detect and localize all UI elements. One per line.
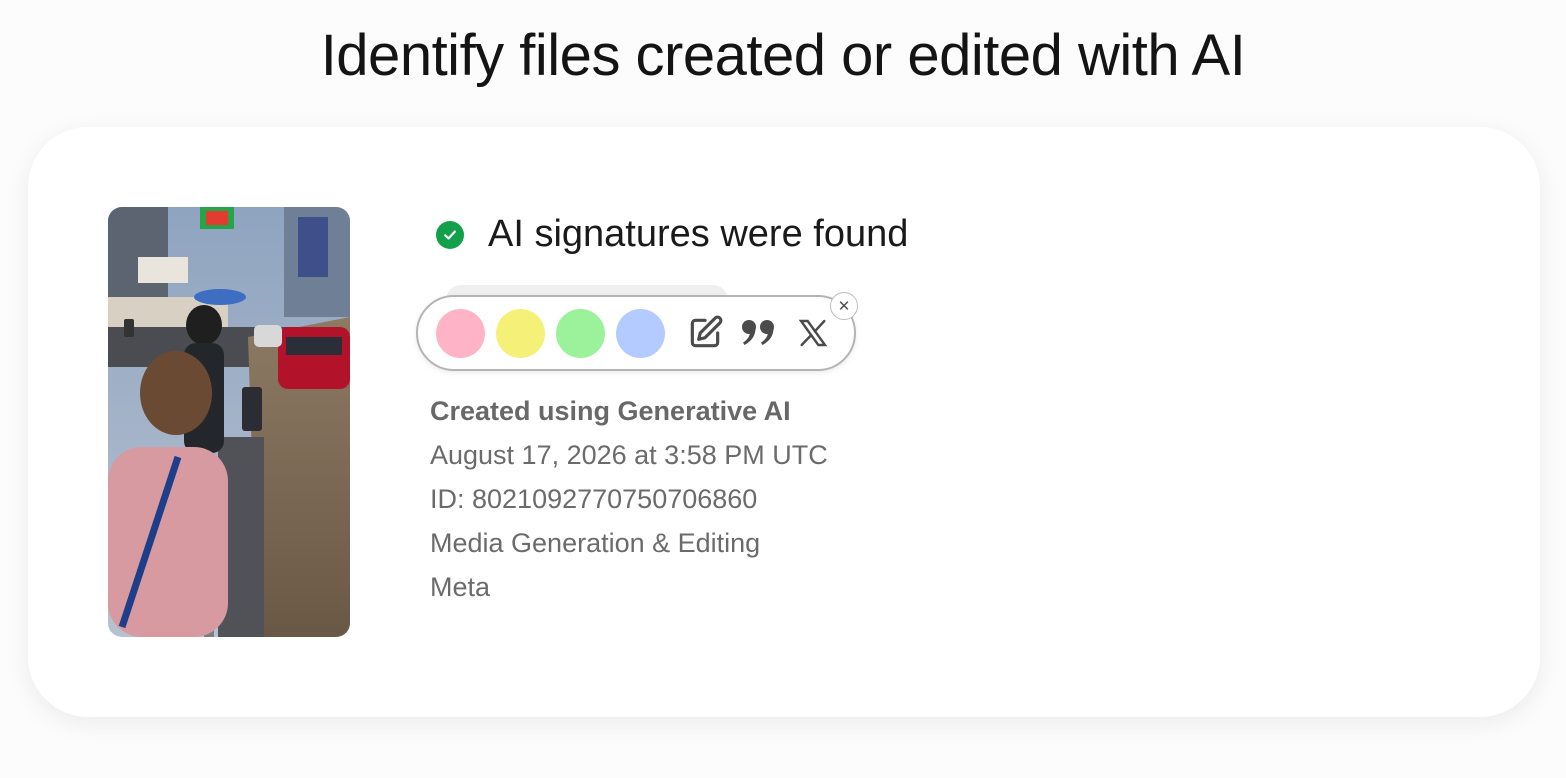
generation-tool: Media Generation & Editing (430, 528, 761, 558)
page-title: Identify files created or edited with AI (320, 23, 1246, 88)
green-swatch-button[interactable] (556, 308, 605, 358)
signature-id: ID: 8021092770750706860 (430, 484, 758, 514)
status-row: AI signatures were found (436, 213, 908, 256)
blue-swatch-button[interactable] (616, 308, 665, 358)
media-thumbnail (108, 207, 350, 637)
x-logo-icon[interactable] (788, 308, 838, 358)
check-circle-icon (436, 220, 464, 249)
status-text: AI signatures were found (488, 213, 909, 255)
detection-details: Created using Generative AI August 17, 2… (430, 389, 828, 609)
quote-icon[interactable] (734, 308, 784, 358)
annotation-toolbar (416, 295, 856, 371)
result-card: AI signatures were found ✕ Created using… (28, 127, 1540, 717)
pink-swatch-button[interactable] (436, 308, 485, 358)
street-flood-image (108, 207, 350, 637)
yellow-swatch-button[interactable] (496, 308, 545, 358)
close-toolbar-button[interactable]: ✕ (830, 292, 858, 320)
page: Identify files created or edited with AI (0, 0, 1566, 778)
company-name: Meta (430, 572, 491, 602)
edit-icon[interactable] (680, 308, 730, 358)
created-timestamp: August 17, 2026 at 3:58 PM UTC (430, 440, 828, 470)
created-label: Created using Generative AI (430, 396, 791, 426)
